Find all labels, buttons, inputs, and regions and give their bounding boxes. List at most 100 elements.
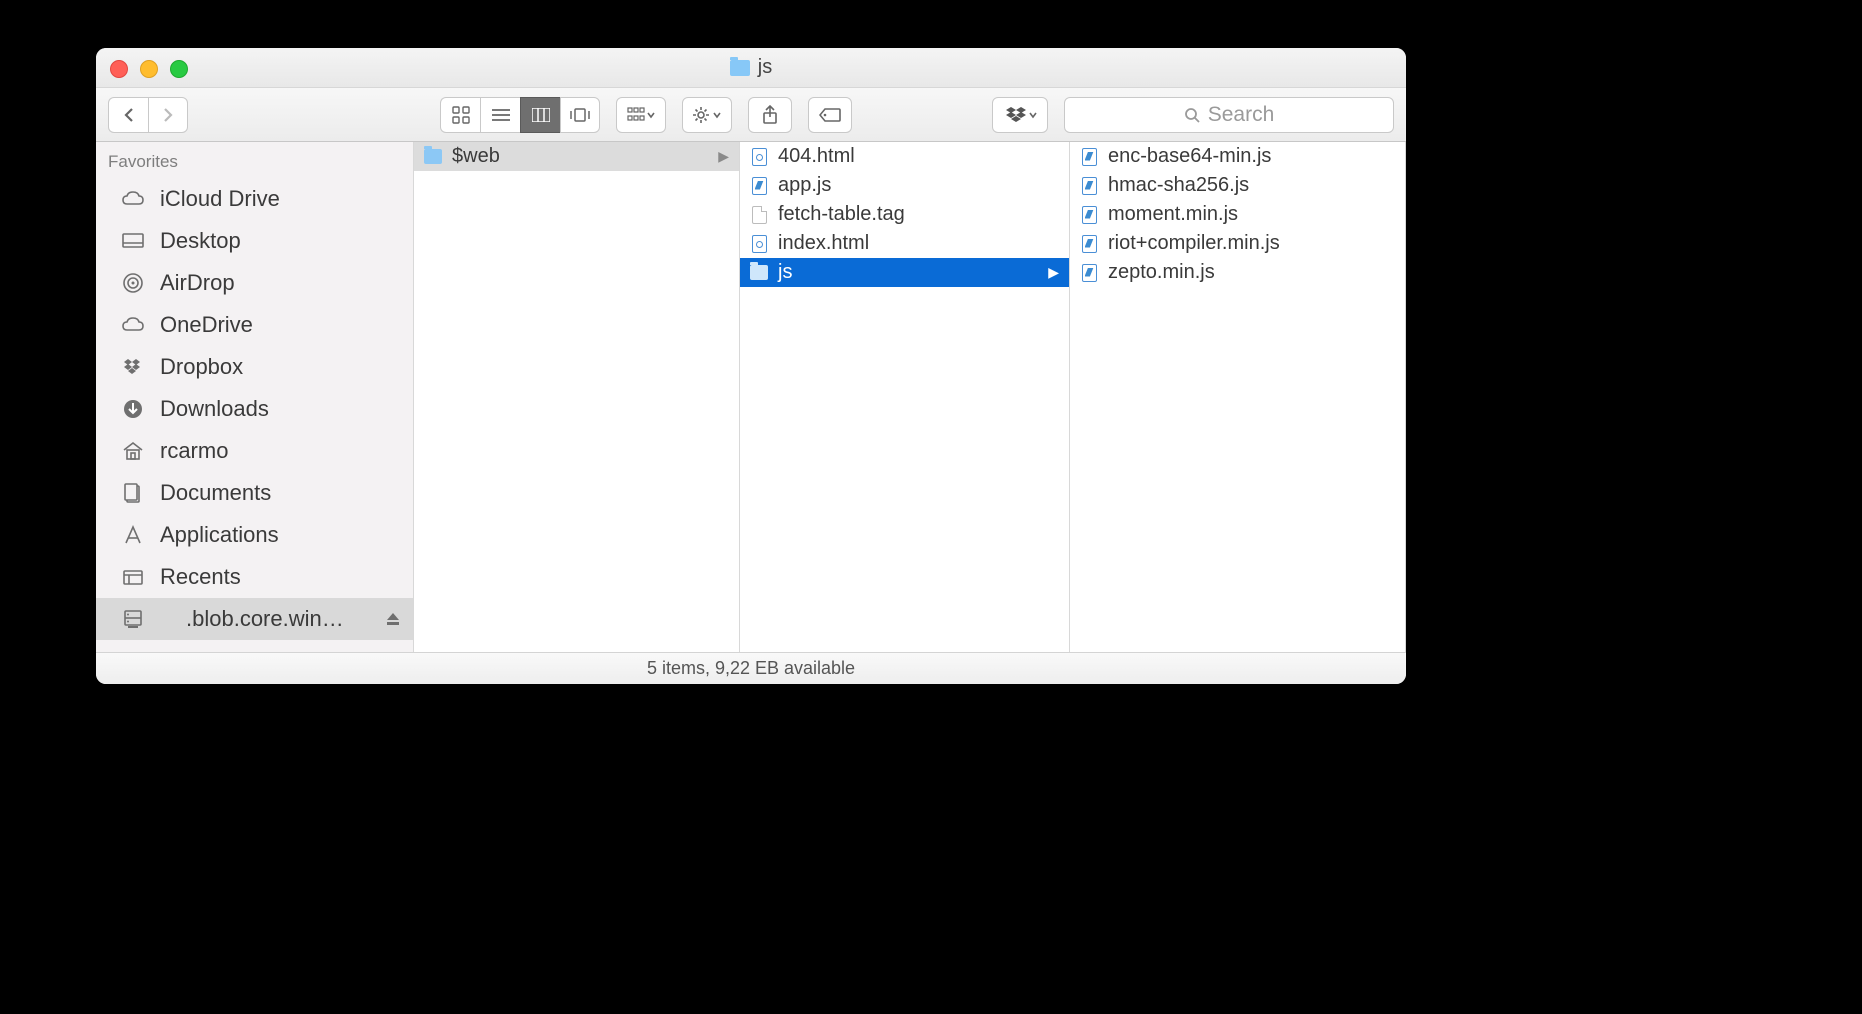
item-name: $web bbox=[452, 145, 500, 168]
share-button[interactable] bbox=[748, 97, 792, 133]
sidebar-item-icloud-drive[interactable]: iCloud Drive bbox=[96, 178, 413, 220]
file-icon bbox=[1080, 148, 1098, 166]
window-title: js bbox=[730, 56, 772, 79]
forward-button[interactable] bbox=[148, 97, 188, 133]
item-name: zepto.min.js bbox=[1108, 261, 1215, 284]
search-icon bbox=[1184, 107, 1200, 123]
item-name: moment.min.js bbox=[1108, 203, 1238, 226]
file-row[interactable]: 404.html bbox=[740, 142, 1069, 171]
sidebar-item-rcarmo[interactable]: rcarmo bbox=[96, 430, 413, 472]
applications-icon bbox=[120, 524, 146, 546]
item-name: fetch-table.tag bbox=[778, 203, 905, 226]
sidebar-item-label: Recents bbox=[160, 564, 241, 590]
view-mode-buttons bbox=[440, 97, 600, 133]
sidebar-header: Favorites bbox=[96, 148, 413, 178]
gallery-view-button[interactable] bbox=[560, 97, 600, 133]
search-field[interactable]: Search bbox=[1064, 97, 1394, 133]
cloud-icon bbox=[120, 188, 146, 210]
sidebar-item-label: iCloud Drive bbox=[160, 186, 280, 212]
file-row[interactable]: enc-base64-min.js bbox=[1070, 142, 1405, 171]
sidebar-item-documents[interactable]: Documents bbox=[96, 472, 413, 514]
sidebar-item-onedrive[interactable]: OneDrive bbox=[96, 304, 413, 346]
item-name: enc-base64-min.js bbox=[1108, 145, 1271, 168]
server-icon bbox=[120, 608, 146, 630]
content-area: Favorites iCloud Drive Desktop AirDrop OneD… bbox=[96, 142, 1406, 652]
sidebar-item-airdrop[interactable]: AirDrop bbox=[96, 262, 413, 304]
item-name: riot+compiler.min.js bbox=[1108, 232, 1280, 255]
file-icon bbox=[1080, 264, 1098, 282]
close-button[interactable] bbox=[110, 60, 128, 78]
folder-icon bbox=[750, 264, 768, 282]
sidebar-item-label: Downloads bbox=[160, 396, 269, 422]
tags-button[interactable] bbox=[808, 97, 852, 133]
fullscreen-button[interactable] bbox=[170, 60, 188, 78]
group-by-button[interactable] bbox=[616, 97, 666, 133]
file-row[interactable]: app.js bbox=[740, 171, 1069, 200]
action-button[interactable] bbox=[682, 97, 732, 133]
downloads-icon bbox=[120, 398, 146, 420]
sidebar-item-recents[interactable]: Recents bbox=[96, 556, 413, 598]
sidebar-item-applications[interactable]: Applications bbox=[96, 514, 413, 556]
toolbar: Search bbox=[96, 88, 1406, 142]
list-view-button[interactable] bbox=[480, 97, 520, 133]
sidebar-item-label: Desktop bbox=[160, 228, 241, 254]
sidebar-item-label: Documents bbox=[160, 480, 271, 506]
minimize-button[interactable] bbox=[140, 60, 158, 78]
file-row[interactable]: fetch-table.tag bbox=[740, 200, 1069, 229]
folder-row[interactable]: js ▶ bbox=[740, 258, 1069, 287]
dropbox-icon bbox=[120, 356, 146, 378]
folder-row[interactable]: $web ▶ bbox=[414, 142, 739, 171]
recents-icon bbox=[120, 566, 146, 588]
file-row[interactable]: index.html bbox=[740, 229, 1069, 258]
column-1: $web ▶ bbox=[414, 142, 740, 652]
icon-view-button[interactable] bbox=[440, 97, 480, 133]
sidebar-item--blob-core-win-[interactable]: .blob.core.win… bbox=[96, 598, 413, 640]
finder-window: js bbox=[96, 48, 1406, 684]
file-row[interactable]: zepto.min.js bbox=[1070, 258, 1405, 287]
chevron-right-icon: ▶ bbox=[718, 148, 729, 165]
column-view-button[interactable] bbox=[520, 97, 560, 133]
status-text: 5 items, 9,22 EB available bbox=[647, 658, 855, 679]
file-icon bbox=[750, 148, 768, 166]
file-icon bbox=[750, 206, 768, 224]
sidebar-item-label: AirDrop bbox=[160, 270, 235, 296]
column-3: enc-base64-min.js hmac-sha256.js moment.mi… bbox=[1070, 142, 1406, 652]
item-name: js bbox=[778, 261, 792, 284]
search-placeholder: Search bbox=[1208, 103, 1275, 127]
dropbox-button[interactable] bbox=[992, 97, 1048, 133]
sidebar-item-dropbox[interactable]: Dropbox bbox=[96, 346, 413, 388]
file-row[interactable]: hmac-sha256.js bbox=[1070, 171, 1405, 200]
sidebar-item-label: OneDrive bbox=[160, 312, 253, 338]
documents-icon bbox=[120, 482, 146, 504]
column-2: 404.htmlapp.jsfetch-table.tagindex.htmlj… bbox=[740, 142, 1070, 652]
sidebar-item-label: rcarmo bbox=[160, 438, 228, 464]
sidebar-item-label: .blob.core.win… bbox=[160, 606, 344, 632]
chevron-right-icon: ▶ bbox=[1048, 264, 1059, 281]
file-row[interactable]: riot+compiler.min.js bbox=[1070, 229, 1405, 258]
item-name: hmac-sha256.js bbox=[1108, 174, 1249, 197]
file-row[interactable]: moment.min.js bbox=[1070, 200, 1405, 229]
file-icon bbox=[1080, 206, 1098, 224]
home-icon bbox=[120, 440, 146, 462]
eject-icon[interactable] bbox=[385, 611, 401, 627]
sidebar-item-desktop[interactable]: Desktop bbox=[96, 220, 413, 262]
file-icon bbox=[750, 177, 768, 195]
window-title-text: js bbox=[758, 56, 772, 79]
sidebar: Favorites iCloud Drive Desktop AirDrop OneD… bbox=[96, 142, 414, 652]
sidebar-item-label: Dropbox bbox=[160, 354, 243, 380]
folder-icon bbox=[730, 60, 750, 76]
file-icon bbox=[1080, 235, 1098, 253]
airdrop-icon bbox=[120, 272, 146, 294]
back-button[interactable] bbox=[108, 97, 148, 133]
window-controls bbox=[110, 60, 188, 78]
folder-icon bbox=[424, 148, 442, 166]
nav-buttons bbox=[108, 97, 188, 133]
item-name: app.js bbox=[778, 174, 831, 197]
file-icon bbox=[1080, 177, 1098, 195]
desktop-icon bbox=[120, 230, 146, 252]
status-bar: 5 items, 9,22 EB available bbox=[96, 652, 1406, 684]
sidebar-item-downloads[interactable]: Downloads bbox=[96, 388, 413, 430]
sidebar-item-label: Applications bbox=[160, 522, 279, 548]
file-icon bbox=[750, 235, 768, 253]
cloud-icon bbox=[120, 314, 146, 336]
